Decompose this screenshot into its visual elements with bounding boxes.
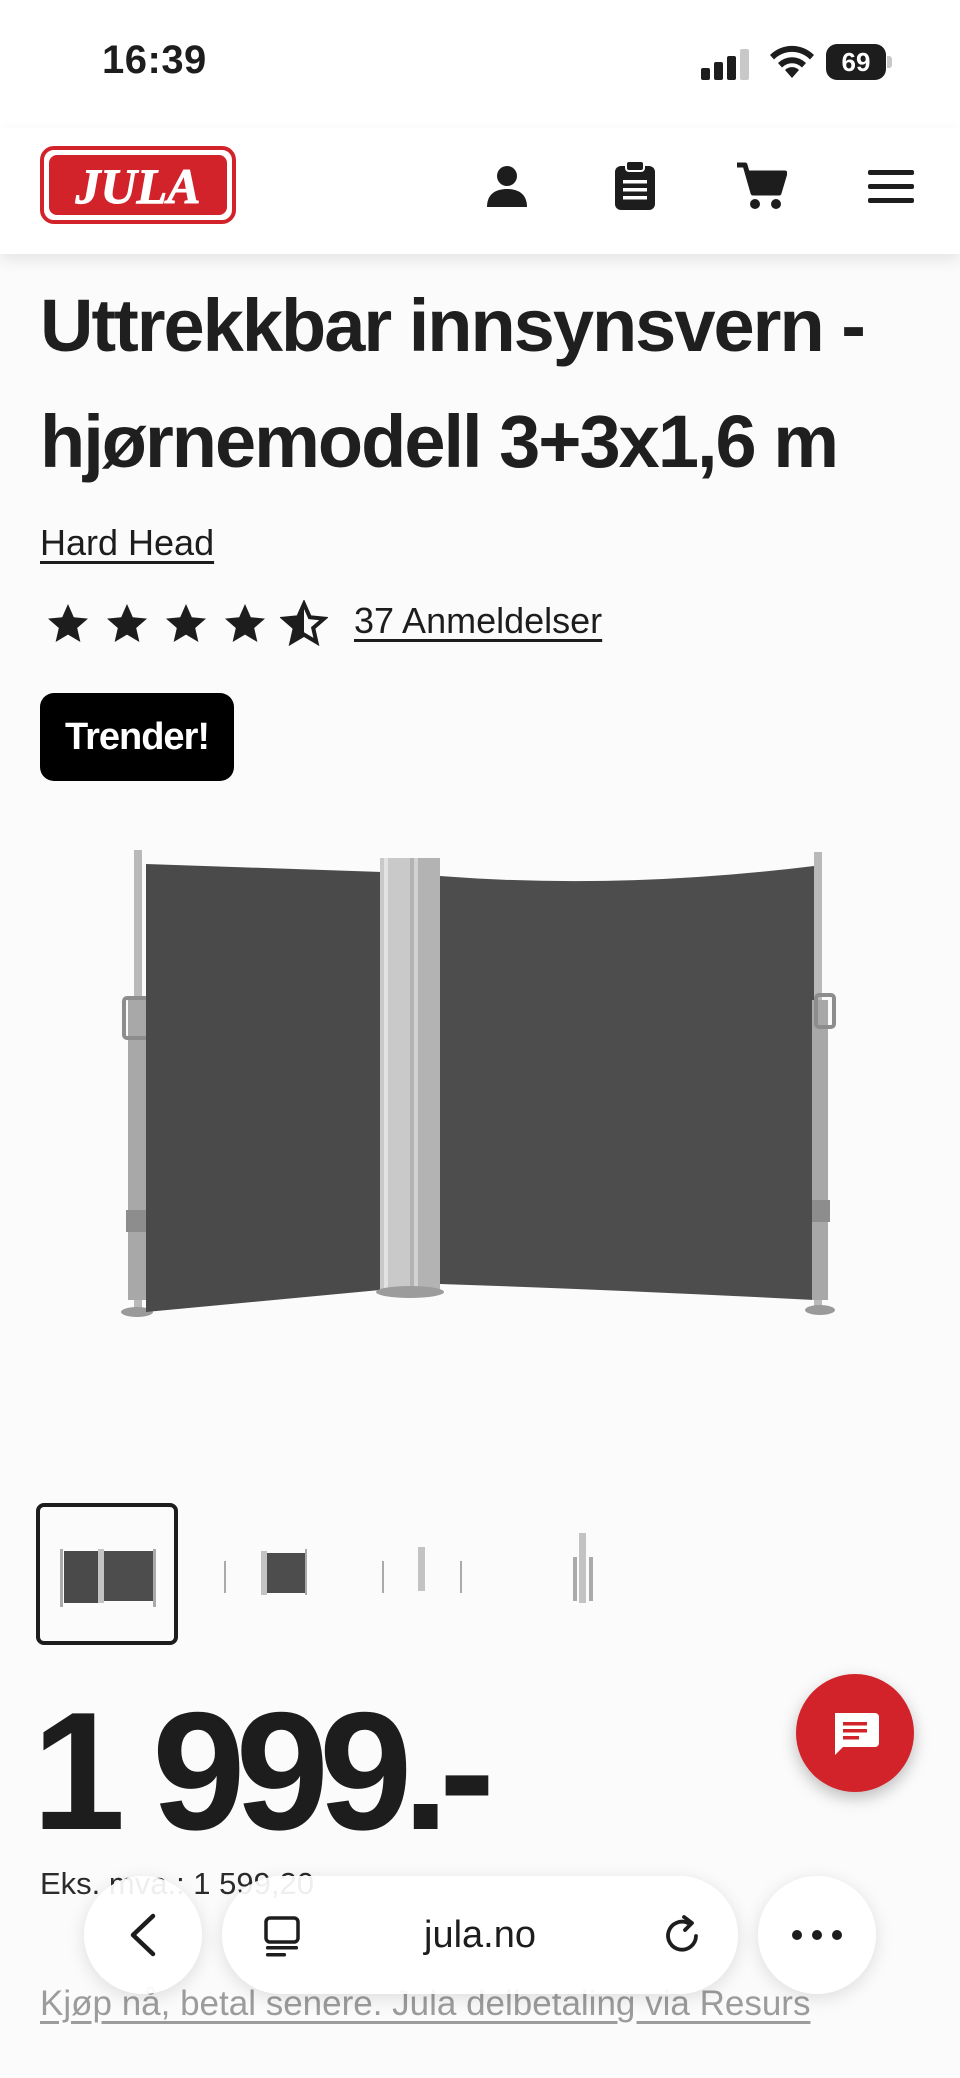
reload-icon[interactable] — [660, 1914, 704, 1958]
wifi-icon — [770, 45, 814, 78]
brand-link[interactable]: Hard Head — [40, 522, 214, 564]
cart-button[interactable] — [731, 156, 791, 216]
back-button[interactable] — [84, 1876, 202, 1994]
menu-button[interactable] — [861, 156, 921, 216]
url-text: jula.no — [424, 1913, 536, 1956]
site-header: JULA — [0, 128, 960, 254]
rating-stars[interactable] — [44, 596, 339, 652]
account-icon — [487, 166, 527, 207]
cellular-signal-icon — [701, 48, 751, 80]
thumbnail-2[interactable] — [191, 1503, 333, 1645]
product-title: Uttrekkbar innsynsvern - hjørnemodell 3+… — [40, 284, 866, 483]
page: 16:39 69 JULA Uttrekkbar innsynsvern - h… — [0, 0, 960, 2078]
clipboard-icon — [615, 160, 655, 210]
battery-icon: 69 — [826, 44, 892, 80]
half-star-icon — [280, 600, 328, 647]
star-icon — [48, 604, 88, 642]
chat-icon — [835, 1713, 879, 1755]
address-bar[interactable]: jula.no — [222, 1876, 738, 1994]
star-icon — [107, 604, 147, 642]
menu-icon — [868, 170, 914, 203]
cart-icon — [737, 162, 787, 209]
browser-toolbar: jula.no — [0, 1876, 960, 1996]
star-icon — [166, 604, 206, 642]
thumbnail-3[interactable] — [352, 1503, 494, 1645]
chevron-left-icon — [130, 1913, 156, 1957]
product-price: 1 999.- — [32, 1677, 495, 1865]
thumbnail-4[interactable] — [513, 1503, 655, 1645]
trending-badge: Trender! — [40, 693, 234, 781]
thumbnail-1[interactable] — [36, 1503, 178, 1645]
reviews-link[interactable]: 37 Anmeldelser — [354, 600, 602, 642]
jula-logo[interactable]: JULA — [40, 146, 236, 224]
chat-button[interactable] — [796, 1674, 914, 1792]
more-button[interactable] — [758, 1876, 876, 1994]
ellipsis-icon — [792, 1930, 842, 1940]
logo-text: JULA — [75, 158, 201, 214]
status-bar: 16:39 69 — [0, 0, 960, 128]
account-button[interactable] — [477, 156, 537, 216]
page-menu-icon — [264, 1916, 300, 1957]
battery-level: 69 — [841, 47, 871, 77]
star-icon — [225, 604, 265, 642]
status-time: 16:39 — [102, 38, 207, 82]
shopping-list-button[interactable] — [605, 156, 665, 216]
product-image[interactable] — [100, 820, 860, 1350]
thumbnail-strip — [36, 1503, 636, 1645]
